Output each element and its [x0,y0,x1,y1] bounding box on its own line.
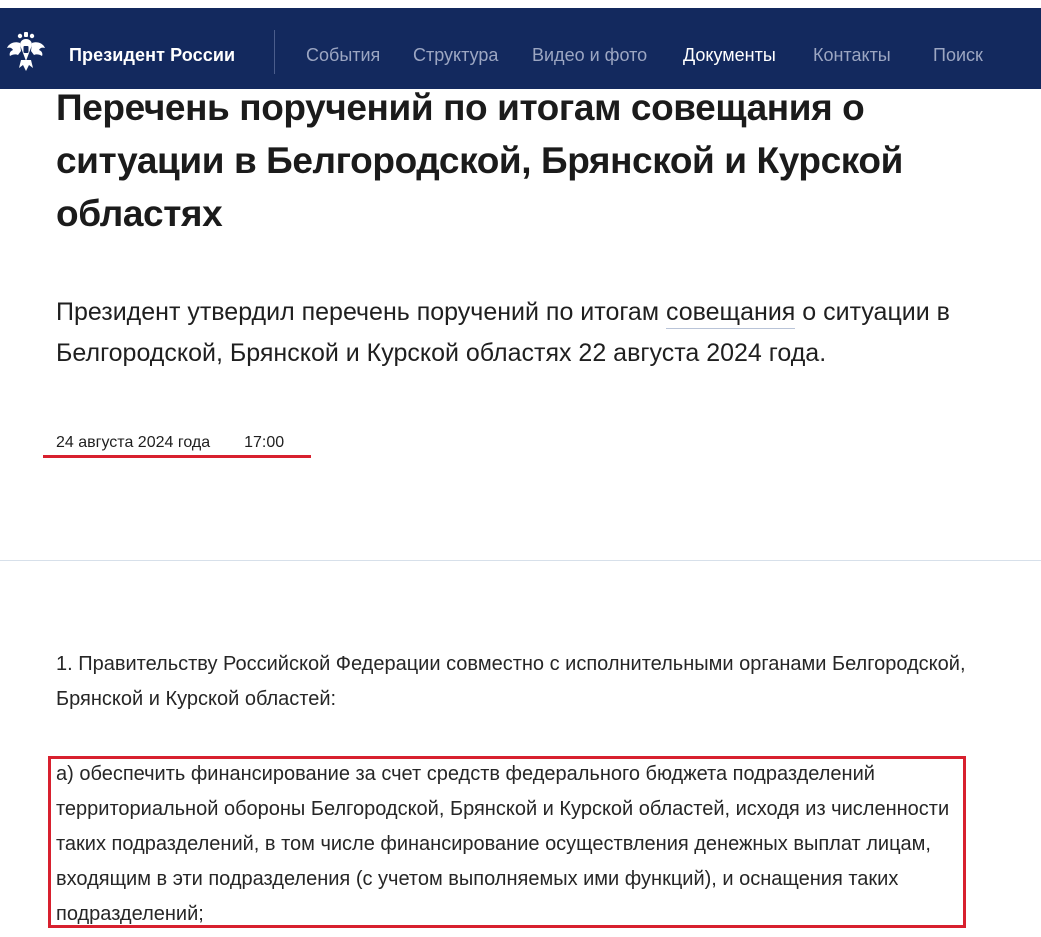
article-body: 1. Правительству Российской Федерации со… [0,0,1041,928]
paragraph-1: 1. Правительству Российской Федерации со… [56,653,966,710]
red-highlight-box [48,756,966,928]
